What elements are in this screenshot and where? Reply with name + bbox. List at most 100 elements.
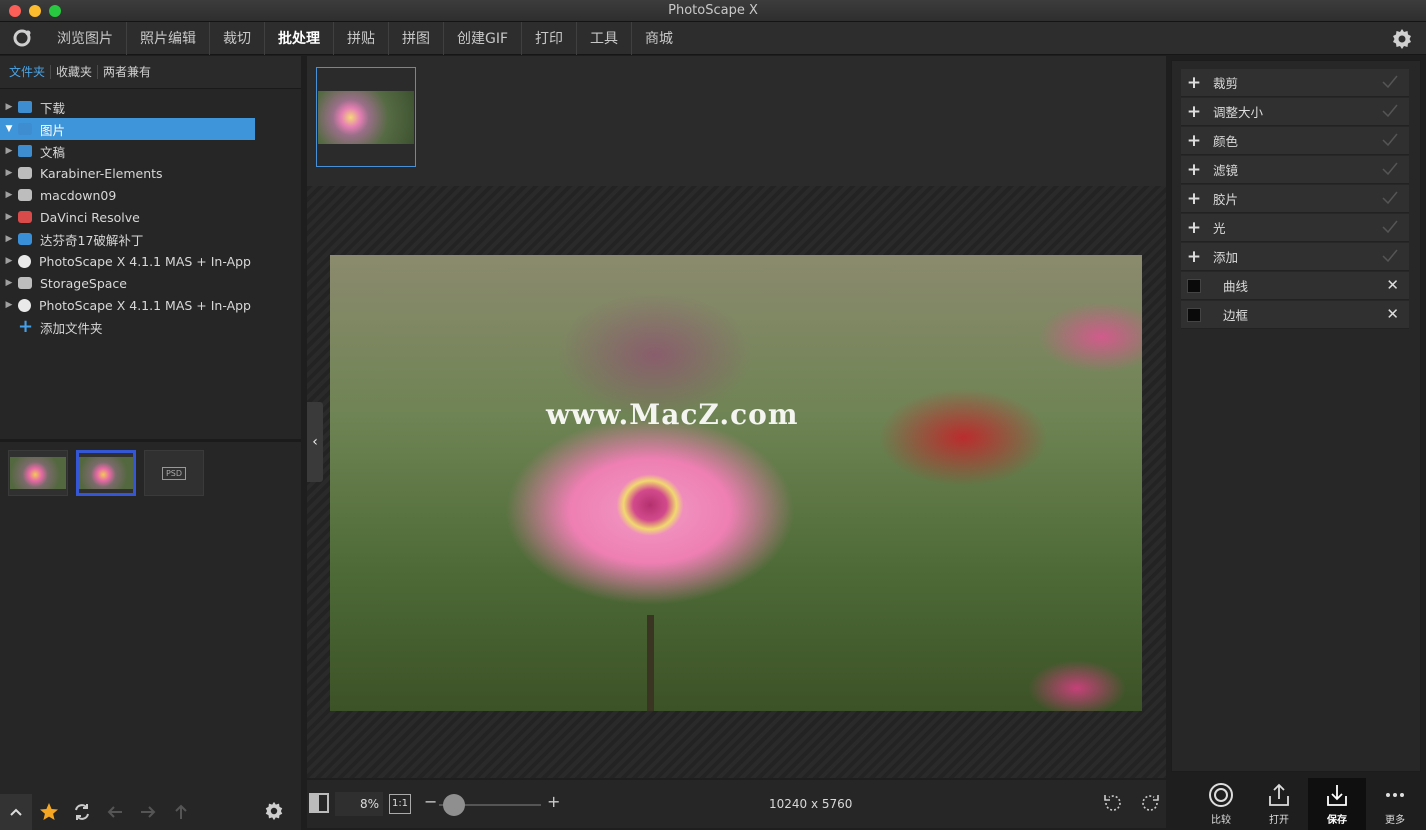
- actual-size-button[interactable]: 1:1: [389, 794, 411, 814]
- tree-item-photoscape-1[interactable]: ▶ PhotoScape X 4.1.1 MAS + In-App: [0, 250, 255, 272]
- menu-print[interactable]: 打印: [521, 21, 576, 55]
- tree-item-label: 下载: [40, 100, 66, 116]
- check-icon[interactable]: [1381, 132, 1399, 152]
- folder-icon: [18, 123, 32, 135]
- tree-item-downloads[interactable]: ▶ 下载: [0, 96, 255, 118]
- check-icon[interactable]: [1381, 74, 1399, 94]
- menu-store[interactable]: 商城: [631, 21, 686, 55]
- adjust-row-film[interactable]: + 胶片: [1181, 185, 1409, 213]
- add-folder-button[interactable]: + 添加文件夹: [0, 316, 255, 338]
- tree-item-label: PhotoScape X 4.1.1 MAS + In-App: [39, 253, 251, 269]
- app-logo-icon[interactable]: [0, 22, 44, 55]
- tree-item-label: macdown09: [40, 187, 117, 203]
- adjust-row-add[interactable]: + 添加: [1181, 243, 1409, 271]
- file-thumbnail-selected[interactable]: [76, 450, 136, 496]
- enable-checkbox[interactable]: [1187, 278, 1201, 293]
- tab-folders[interactable]: 文件夹: [4, 65, 50, 79]
- compare-button[interactable]: 比较: [1192, 778, 1250, 830]
- collapse-up-icon[interactable]: [0, 794, 32, 830]
- batch-image-thumbnail[interactable]: [316, 67, 416, 167]
- disk-icon: [18, 277, 32, 289]
- check-icon[interactable]: [1381, 161, 1399, 181]
- adjust-row-color[interactable]: + 颜色: [1181, 127, 1409, 155]
- check-icon[interactable]: [1381, 103, 1399, 123]
- file-thumbnail[interactable]: [8, 450, 68, 496]
- collapse-left-panel-chevron-icon[interactable]: ‹: [307, 402, 323, 482]
- menu-combine[interactable]: 拼图: [388, 21, 443, 55]
- tab-favorites[interactable]: 收藏夹: [50, 65, 97, 79]
- expand-arrow-icon[interactable]: ▶: [0, 168, 18, 178]
- adjust-row-resize[interactable]: + 调整大小: [1181, 98, 1409, 126]
- expand-arrow-icon[interactable]: ▶: [0, 146, 18, 156]
- share-button[interactable]: 打开: [1250, 778, 1308, 830]
- left-settings-gear-icon[interactable]: [263, 800, 285, 826]
- plus-icon[interactable]: +: [1181, 102, 1207, 122]
- save-button[interactable]: 保存: [1308, 778, 1366, 830]
- menu-edit[interactable]: 照片编辑: [126, 21, 209, 55]
- more-button[interactable]: 更多: [1366, 778, 1424, 830]
- back-arrow-icon[interactable]: [98, 794, 131, 830]
- zoom-out-icon[interactable]: −: [424, 792, 437, 811]
- tree-item-davinci[interactable]: ▶ DaVinci Resolve: [0, 206, 255, 228]
- tree-item-documents[interactable]: ▶ 文稿: [0, 140, 255, 162]
- split-view-icon[interactable]: [309, 793, 329, 813]
- folder-icon: [18, 101, 32, 113]
- adjust-row-crop[interactable]: + 裁剪: [1181, 69, 1409, 97]
- menu-browse[interactable]: 浏览图片: [44, 22, 126, 55]
- tree-item-pictures[interactable]: ▼ 图片: [0, 118, 255, 140]
- expand-arrow-icon[interactable]: ▶: [0, 190, 18, 200]
- menu-tools[interactable]: 工具: [576, 21, 631, 55]
- check-icon[interactable]: [1381, 190, 1399, 210]
- enable-checkbox[interactable]: [1187, 307, 1201, 322]
- menu-batch[interactable]: 批处理: [264, 21, 333, 55]
- parent-folder-arrow-icon[interactable]: [164, 794, 197, 830]
- settings-gear-icon[interactable]: [1390, 27, 1414, 51]
- adjust-row-light[interactable]: + 光: [1181, 214, 1409, 242]
- plus-icon[interactable]: +: [1181, 73, 1207, 93]
- refresh-icon[interactable]: [65, 794, 98, 830]
- remove-x-icon[interactable]: ✕: [1386, 305, 1399, 323]
- expand-arrow-icon[interactable]: ▶: [0, 102, 18, 112]
- right-footer-toolbar: 比较 打开 保存 更多: [1192, 778, 1426, 830]
- expand-arrow-icon[interactable]: ▶: [0, 234, 18, 244]
- expand-arrow-icon[interactable]: ▶: [0, 300, 18, 310]
- plus-icon[interactable]: +: [1181, 189, 1207, 209]
- tree-item-karabiner[interactable]: ▶ Karabiner-Elements: [0, 162, 255, 184]
- adjust-row-filter[interactable]: + 滤镜: [1181, 156, 1409, 184]
- expand-arrow-icon[interactable]: ▶: [0, 278, 18, 288]
- rotate-left-icon[interactable]: [1102, 792, 1124, 814]
- menu-cut[interactable]: 裁切: [209, 21, 264, 55]
- tree-item-macdown[interactable]: ▶ macdown09: [0, 184, 255, 206]
- tab-both[interactable]: 两者兼有: [97, 65, 156, 79]
- file-thumbnail-psd[interactable]: PSD: [144, 450, 204, 496]
- remove-x-icon[interactable]: ✕: [1386, 276, 1399, 294]
- adjustments-panel: + 裁剪 + 调整大小 + 颜色 + 滤镜 + 胶片 + 光 + 添加 曲线 ✕…: [1171, 60, 1421, 772]
- menu-gif[interactable]: 创建GIF: [443, 21, 521, 55]
- star-icon[interactable]: [32, 794, 65, 830]
- tree-item-label: DaVinci Resolve: [40, 209, 140, 225]
- adjust-row-border[interactable]: 边框 ✕: [1181, 301, 1409, 329]
- zoom-percentage[interactable]: 8%: [335, 792, 383, 816]
- tree-item-label: Karabiner-Elements: [40, 165, 163, 181]
- zoom-slider-knob[interactable]: [443, 794, 465, 816]
- plus-icon[interactable]: +: [1181, 131, 1207, 151]
- adjust-row-curves[interactable]: 曲线 ✕: [1181, 272, 1409, 300]
- expand-arrow-icon[interactable]: ▶: [0, 212, 18, 222]
- menu-collage[interactable]: 拼贴: [333, 21, 388, 55]
- check-icon[interactable]: [1381, 219, 1399, 239]
- expand-arrow-icon[interactable]: ▶: [0, 256, 18, 266]
- rotate-right-icon[interactable]: [1139, 792, 1161, 814]
- panel-divider[interactable]: [0, 439, 301, 442]
- tree-item-photoscape-2[interactable]: ▶ PhotoScape X 4.1.1 MAS + In-App: [0, 294, 255, 316]
- check-icon[interactable]: [1381, 248, 1399, 268]
- zoom-in-icon[interactable]: +: [547, 792, 560, 811]
- psd-file-icon: PSD: [161, 466, 187, 480]
- plus-icon[interactable]: +: [1181, 160, 1207, 180]
- tree-item-storagespace[interactable]: ▶ StorageSpace: [0, 272, 255, 294]
- tree-item-label: 图片: [40, 122, 66, 138]
- tree-item-davinci-patch[interactable]: ▶ 达芬奇17破解补丁: [0, 228, 255, 250]
- plus-icon[interactable]: +: [1181, 218, 1207, 238]
- collapse-arrow-icon[interactable]: ▼: [0, 124, 18, 134]
- forward-arrow-icon[interactable]: [131, 794, 164, 830]
- plus-icon[interactable]: +: [1181, 247, 1207, 267]
